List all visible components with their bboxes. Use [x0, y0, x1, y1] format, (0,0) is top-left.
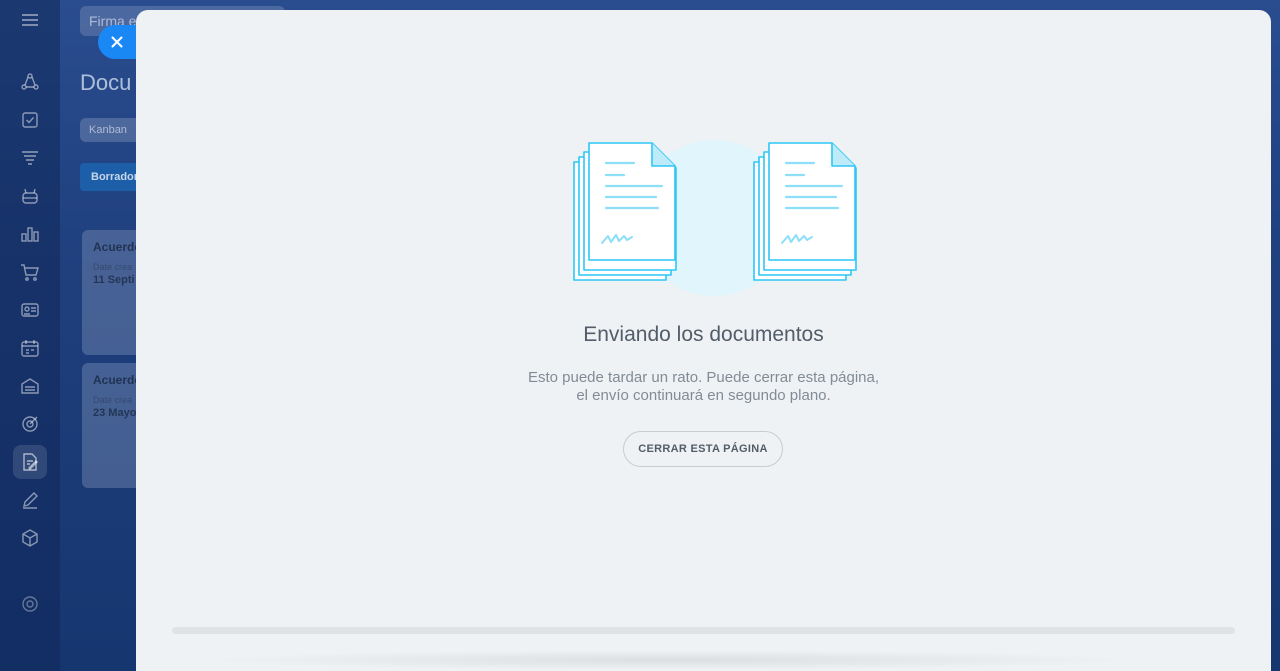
panel-footer-shadow	[200, 650, 1140, 670]
progress-bar	[172, 627, 1235, 634]
sending-description: Esto puede tardar un rato. Puede cerrar …	[136, 369, 1271, 405]
menu-icon[interactable]	[21, 12, 39, 28]
close-slider-button[interactable]	[98, 25, 138, 59]
shop-icon[interactable]	[20, 262, 40, 282]
target-icon[interactable]	[20, 414, 40, 434]
pen-icon[interactable]	[20, 490, 40, 510]
sales-funnel-icon[interactable]	[20, 148, 40, 168]
contact-center-icon[interactable]	[20, 300, 40, 320]
close-icon	[111, 36, 123, 48]
calendar-icon[interactable]	[20, 338, 40, 358]
cube-icon[interactable]	[20, 528, 40, 548]
warehouse-icon[interactable]	[20, 376, 40, 396]
description-line-1: Esto puede tardar un rato. Puede cerrar …	[527, 369, 880, 386]
tasks-icon[interactable]	[20, 110, 40, 130]
documents-sending-illustration	[573, 140, 857, 296]
sending-heading: Enviando los documentos	[583, 323, 824, 346]
description-line-2: el envío continuará en segundo plano.	[576, 387, 831, 404]
slider-panel: Enviando los documentos Esto puede tarda…	[136, 10, 1271, 671]
robot-icon[interactable]	[20, 186, 40, 206]
settings-icon[interactable]	[20, 594, 40, 614]
page-title: Docu	[80, 70, 132, 95]
close-page-button[interactable]: CERRAR ESTA PÁGINA	[623, 431, 783, 467]
analytics-icon[interactable]	[20, 224, 40, 244]
sign-icon[interactable]	[20, 452, 40, 472]
left-nav-rail	[0, 0, 60, 671]
crm-icon[interactable]	[20, 72, 40, 92]
